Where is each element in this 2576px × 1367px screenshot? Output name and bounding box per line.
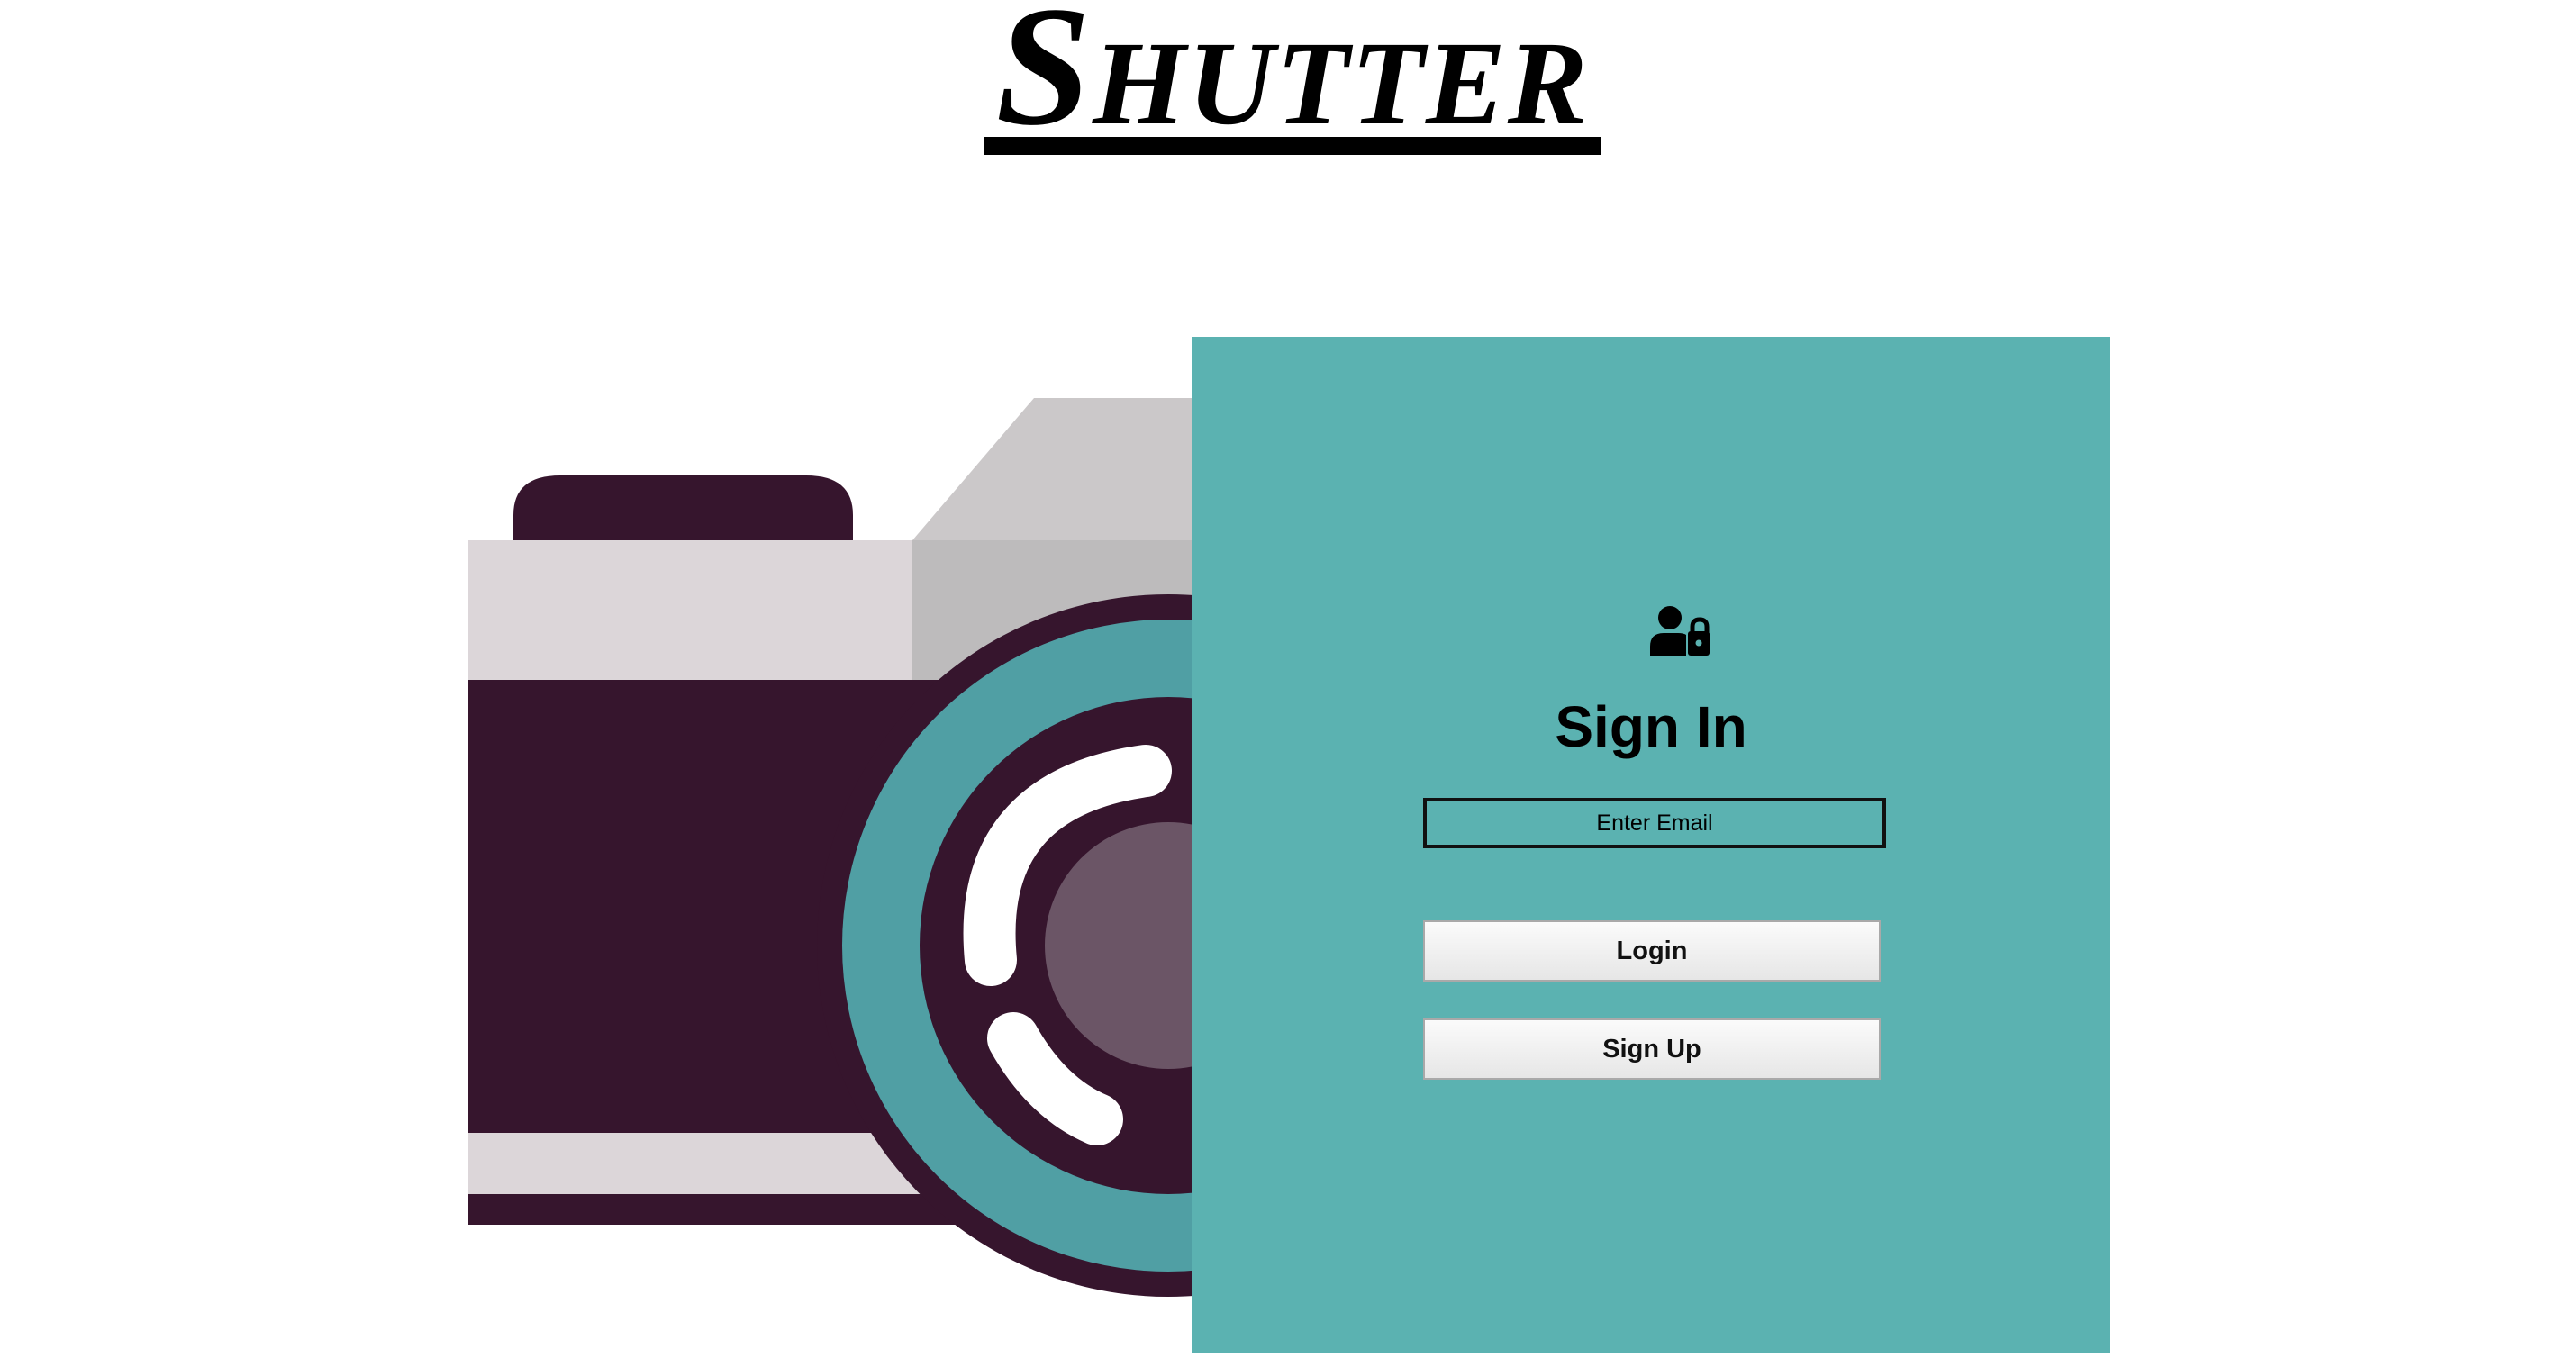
camera-bottom-band (468, 1133, 937, 1194)
camera-top-knob (513, 475, 853, 540)
login-button[interactable]: Login (1423, 920, 1881, 982)
user-lock-icon (1650, 606, 1710, 656)
sign-up-button[interactable]: Sign Up (1423, 1018, 1881, 1080)
camera-top-band (468, 540, 914, 680)
email-field[interactable] (1423, 798, 1886, 848)
page: Shutter Sign In Login Sign Up (0, 0, 2576, 1367)
sign-in-title: Sign In (1555, 694, 1747, 759)
camera-viewfinder-housing (912, 398, 1198, 540)
